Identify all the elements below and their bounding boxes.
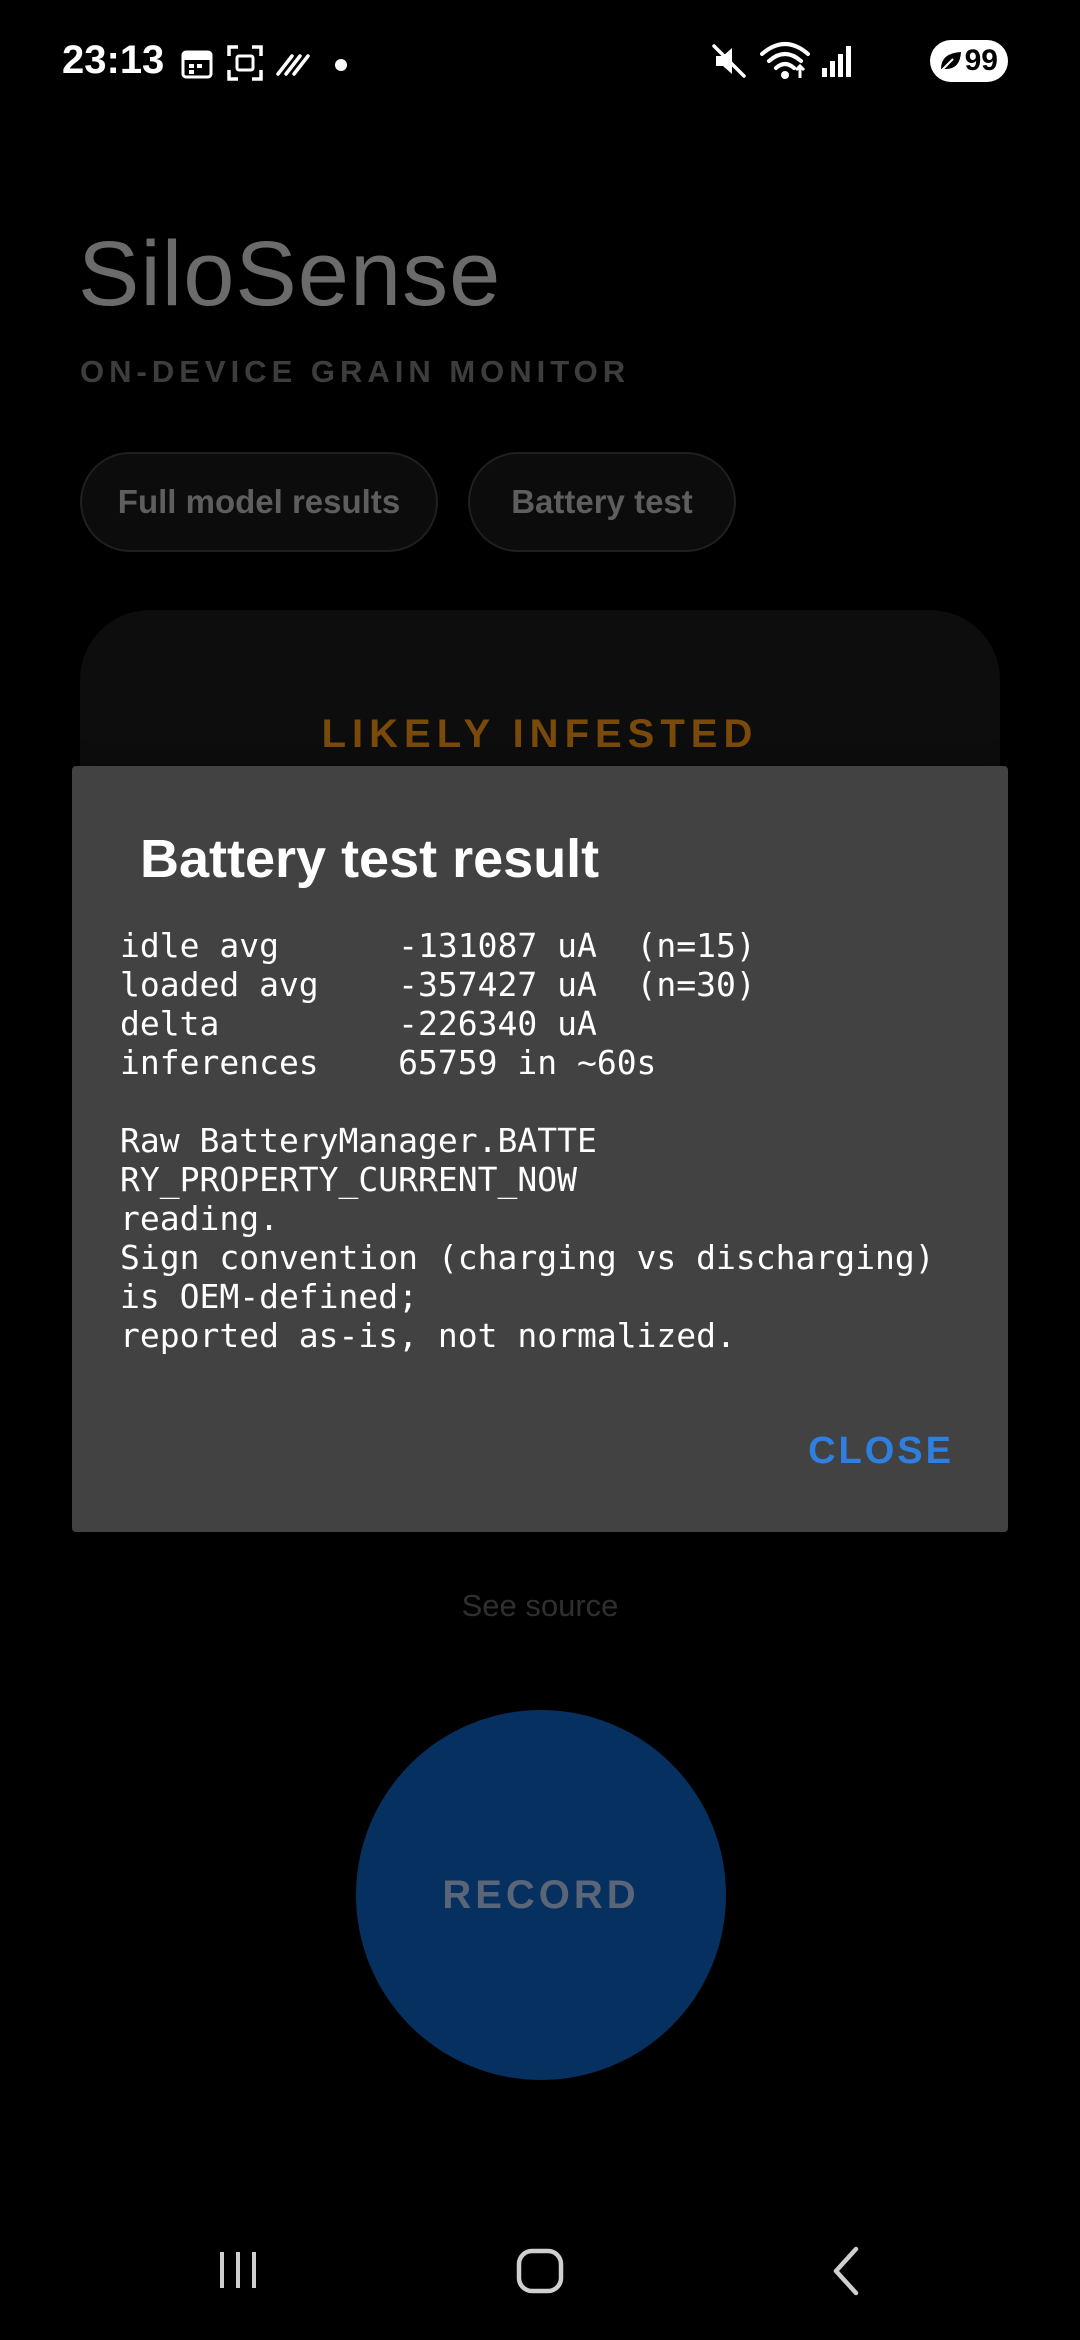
screenshot-icon bbox=[227, 45, 263, 81]
recents-button[interactable] bbox=[214, 2244, 264, 2297]
mute-icon bbox=[712, 44, 746, 78]
see-source-link[interactable]: See source bbox=[0, 1588, 1080, 1624]
record-button[interactable]: RECORD bbox=[356, 1710, 726, 2080]
battery-test-button[interactable]: Battery test bbox=[468, 452, 736, 552]
app-subtitle: ON-DEVICE GRAIN MONITOR bbox=[80, 354, 631, 389]
close-button[interactable]: CLOSE bbox=[808, 1430, 954, 1473]
wifi-icon bbox=[760, 42, 810, 79]
nfc-icon bbox=[276, 54, 310, 76]
app-title: SiloSense bbox=[78, 223, 502, 325]
battery-icon: 99 bbox=[930, 40, 1008, 82]
home-icon bbox=[516, 2248, 564, 2294]
dialog-message: idle avg -131087 uA (n=15) loaded avg -3… bbox=[120, 926, 935, 1355]
back-button[interactable] bbox=[824, 2244, 868, 2301]
back-icon bbox=[833, 2246, 859, 2296]
battery-test-dialog: Battery test result idle avg -131087 uA … bbox=[72, 766, 1008, 1532]
status-bar: 23:13 99 bbox=[0, 0, 1080, 124]
dialog-title: Battery test result bbox=[140, 829, 600, 889]
home-button[interactable] bbox=[514, 2244, 568, 2301]
dot-icon bbox=[335, 59, 347, 71]
status-icons-right bbox=[710, 40, 920, 84]
battery-level: 99 bbox=[964, 44, 998, 77]
recents-icon bbox=[220, 2252, 256, 2288]
signal-icon bbox=[822, 46, 851, 77]
power-saving-leaf-icon bbox=[941, 52, 961, 71]
full-model-results-button[interactable]: Full model results bbox=[80, 452, 438, 552]
result-status-label: LIKELY INFESTED bbox=[321, 712, 759, 756]
calendar-icon bbox=[181, 50, 213, 79]
navigation-bar bbox=[0, 2220, 1080, 2340]
status-time: 23:13 bbox=[62, 38, 165, 82]
